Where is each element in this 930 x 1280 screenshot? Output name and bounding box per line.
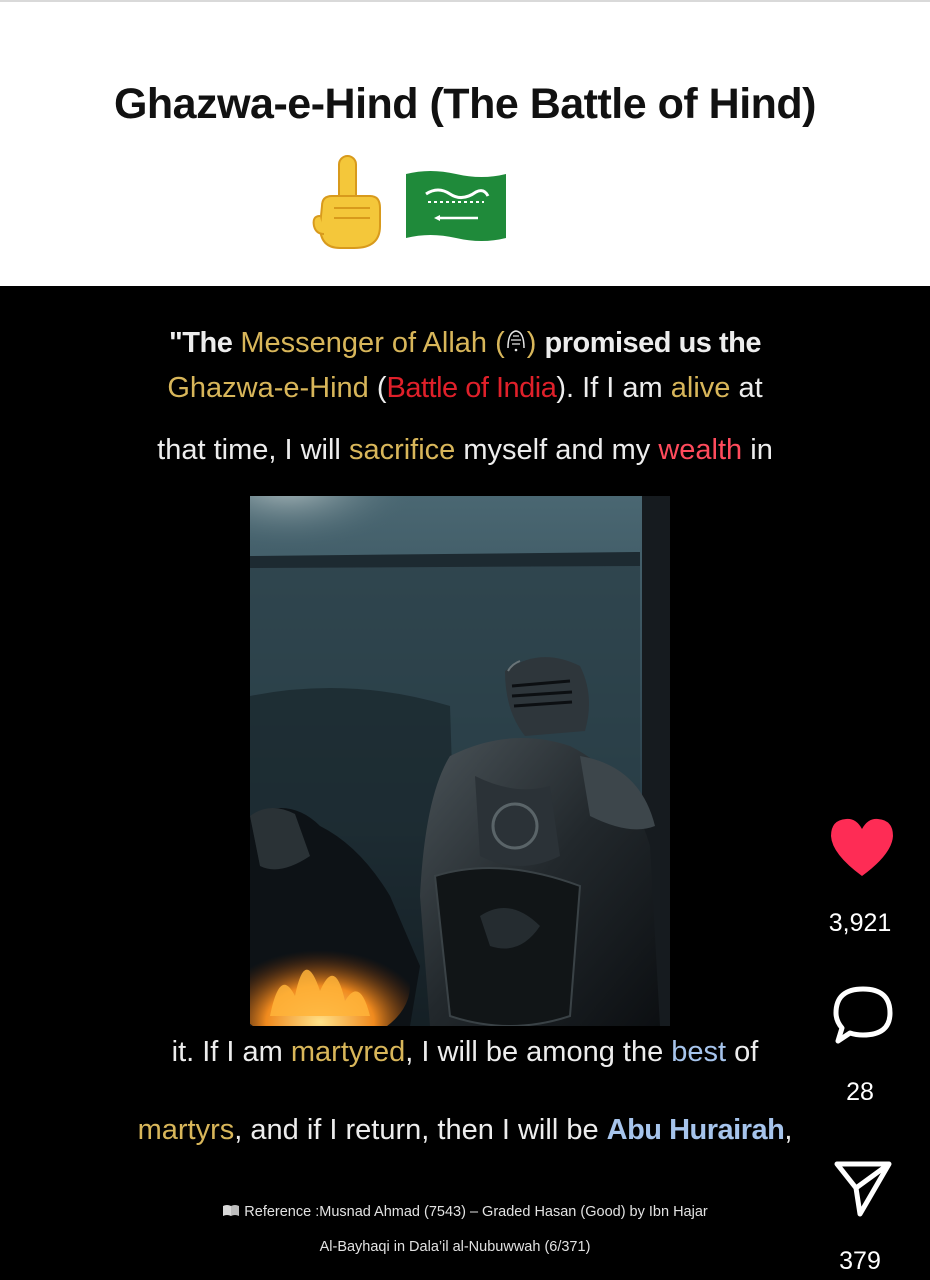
caption-close-paren: ) [526,327,537,359]
caption-ghazwa: Ghazwa-e-Hind [167,372,369,404]
caption-line-2: Ghazwa-e-Hind (Battle of India). If I am… [40,372,890,405]
knight-video-frame [250,496,670,1026]
caption-promised: promised us the [544,327,761,359]
caption-line-5: martyrs, and if I return, then I will be… [40,1114,890,1147]
caption-line3-part2: myself and my [455,434,659,466]
knight-illustration [250,496,670,1026]
caption-line3-part1: that time, I will [157,434,349,466]
caption-line4-part2: , I will be among the [405,1036,672,1068]
caption-line2-rest2: at [730,372,763,404]
caption-wealth: wealth [658,434,743,466]
caption-line4-part1: it. If I am [171,1036,291,1068]
post-title: Ghazwa-e-Hind (The Battle of Hind) [113,80,817,128]
reference-line-2: Al-Bayhaqi in Dala’il al-Nubuwwah (6/371… [0,1239,920,1255]
salawat-glyph-icon [507,330,525,352]
caption-martyrs: martyrs [137,1114,235,1146]
reference-text-2: Al-Bayhaqi in Dala’il al-Nubuwwah (6/371… [319,1239,591,1255]
saudi-flag-emoji-icon [406,171,506,241]
caption-open-paren: ( [368,372,387,404]
caption-line-3: that time, I will sacrifice myself and m… [40,434,890,467]
reference-text-1: Reference :Musnad Ahmad (7543) – Graded … [244,1204,708,1220]
caption-best: best [671,1036,727,1068]
pointing-up-emoji-icon [312,155,381,249]
caption-messenger: Messenger of Allah ( [240,327,505,359]
caption-line-4: it. If I am martyred, I will be among th… [40,1036,890,1069]
caption-quote-open: "The [169,327,233,359]
action-rail: 3,921 28 379 [790,286,930,1280]
video-area[interactable]: "The Messenger of Allah () promised us t… [0,286,930,1280]
caption-martyred: martyred [290,1036,406,1068]
like-count: 3,921 [828,909,892,937]
caption-alive: alive [670,372,731,404]
caption-line4-part3: of [726,1036,759,1068]
caption-battle: Battle of India [386,372,557,404]
like-heart-icon[interactable] [828,816,896,878]
post-header: Ghazwa-e-Hind (The Battle of Hind) [0,0,930,286]
caption-line5-part1: , and if I return, then I will be [234,1114,607,1146]
comment-bubble-icon[interactable] [830,983,896,1047]
share-count: 379 [839,1247,881,1275]
caption-abu-hurairah: Abu Hurairah [606,1114,785,1146]
emoji-row [0,154,930,254]
open-book-icon [223,1205,240,1216]
caption-line2-rest1: ). If I am [556,372,671,404]
share-send-icon[interactable] [832,1158,894,1218]
caption-sacrifice: sacrifice [348,434,456,466]
caption-line-1: "The Messenger of Allah () promised us t… [40,326,890,360]
caption-line3-part3: in [742,434,773,466]
comment-count: 28 [846,1078,874,1106]
